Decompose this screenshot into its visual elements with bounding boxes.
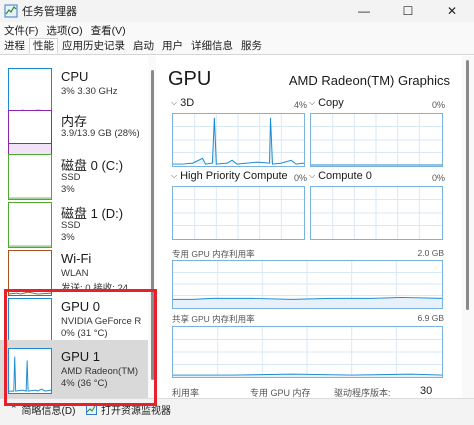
- window-title: 任务管理器: [22, 6, 77, 18]
- fewer-details-button[interactable]: ⌃ 简略信息(D): [10, 402, 75, 417]
- resource-name: GPU 0: [61, 299, 101, 314]
- engine-selector-compute-0[interactable]: ⌵ Compute 0: [309, 170, 372, 182]
- resource-detail: 3% 3.30 GHz: [61, 86, 118, 97]
- engine-name: 3D: [180, 97, 195, 109]
- tab-performance[interactable]: 性能: [29, 38, 58, 54]
- left-scrollbar-thumb[interactable]: [151, 70, 154, 380]
- engine-selector-high-priority-compute[interactable]: ⌵ High Priority Compute: [171, 170, 288, 182]
- shared-memory-max: 6.9 GB: [417, 313, 444, 323]
- engine-name: Compute 0: [318, 170, 372, 182]
- gpu-detail-panel: GPU AMD Radeon(TM) Graphics ⌵ 3D 4% ⌵ Copy…: [158, 56, 462, 398]
- engine-selector-copy[interactable]: ⌵ Copy: [309, 97, 344, 109]
- chevron-up-icon: ⌃: [10, 404, 18, 414]
- maximize-button[interactable]: ☐: [386, 0, 430, 22]
- tab-users[interactable]: 用户: [158, 38, 187, 54]
- menu-view[interactable]: 查看(V): [87, 23, 130, 38]
- gpu-model-name: AMD Radeon(TM) Graphics: [288, 73, 450, 88]
- resource-detail: SSD: [61, 172, 81, 183]
- engine-selector-3d[interactable]: ⌵ 3D: [171, 97, 194, 109]
- chevron-down-icon: ⌵: [171, 98, 178, 107]
- chevron-down-icon: ⌵: [309, 171, 316, 180]
- resource-detail: 3.9/13.9 GB (28%): [61, 128, 140, 139]
- resource-detail-2: 4% (36 °C): [61, 378, 108, 389]
- resource-monitor-icon: [86, 404, 97, 415]
- tab-bar: 进程 性能 应用历史记录 启动 用户 详细信息 服务: [0, 38, 474, 55]
- engine-name: Copy: [318, 97, 344, 109]
- page-title: GPU: [168, 68, 212, 90]
- graph-dedicated-memory: [172, 260, 443, 309]
- resource-detail: SSD: [61, 220, 81, 231]
- resource-detail: WLAN: [61, 268, 89, 279]
- footer: ⌃ 简略信息(D) 打开资源监视器: [0, 398, 474, 425]
- chevron-down-icon: ⌵: [309, 98, 316, 107]
- graph-shared-memory: [172, 326, 443, 378]
- engine-percent: 4%: [294, 100, 308, 110]
- resource-detail: AMD Radeon(TM): [61, 366, 139, 377]
- task-manager-icon: [4, 4, 18, 18]
- gpu1-thumbnail: [8, 348, 52, 394]
- tab-app-history[interactable]: 应用历史记录: [58, 38, 129, 54]
- resource-name: Wi-Fi: [61, 251, 92, 266]
- resource-name: CPU: [61, 69, 89, 84]
- resource-name: GPU 1: [61, 349, 101, 364]
- graph-copy: [310, 113, 443, 167]
- close-button[interactable]: ✕: [430, 0, 474, 22]
- tab-startup[interactable]: 启动: [129, 38, 158, 54]
- engine-percent: 0%: [294, 173, 308, 183]
- tab-processes[interactable]: 进程: [0, 38, 29, 54]
- graph-3d: [172, 113, 305, 167]
- bottom-value: 30: [420, 385, 433, 397]
- minimize-button[interactable]: —: [342, 0, 386, 22]
- engine-name: High Priority Compute: [180, 170, 288, 182]
- right-scrollbar-thumb[interactable]: [466, 60, 469, 310]
- chevron-down-icon: ⌵: [171, 171, 178, 180]
- engine-percent: 0%: [432, 100, 446, 110]
- tab-services[interactable]: 服务: [237, 38, 266, 54]
- tab-details[interactable]: 详细信息: [187, 38, 237, 54]
- menu-bar: 文件(F) 选项(O) 查看(V): [0, 22, 474, 38]
- resource-detail: NVIDIA GeForce R...: [61, 316, 141, 327]
- fewer-details-label: 简略信息(D): [21, 406, 76, 417]
- dedicated-memory-label: 专用 GPU 内存利用率: [172, 249, 255, 259]
- dedicated-memory-max: 2.0 GB: [417, 248, 444, 258]
- shared-memory-label: 共享 GPU 内存利用率: [172, 314, 255, 324]
- engine-percent: 0%: [432, 173, 446, 183]
- title-bar: 任务管理器 — ☐ ✕: [0, 0, 474, 22]
- menu-file[interactable]: 文件(F): [0, 23, 42, 38]
- open-resource-monitor-link[interactable]: 打开资源监视器: [86, 402, 171, 417]
- gpu0-thumbnail: [8, 298, 52, 344]
- resource-list: CPU 3% 3.30 GHz 内存 3.9/13.9 GB (28%) 磁盘 …: [0, 56, 156, 398]
- open-resource-monitor-label: 打开资源监视器: [101, 406, 171, 417]
- menu-options[interactable]: 选项(O): [42, 23, 86, 38]
- resource-gpu1[interactable]: GPU 1 AMD Radeon(TM) 4% (36 °C): [0, 340, 148, 398]
- graph-compute-0: [310, 186, 443, 240]
- graph-high-priority-compute: [172, 186, 305, 240]
- resource-detail-2: 0% (31 °C): [61, 328, 108, 339]
